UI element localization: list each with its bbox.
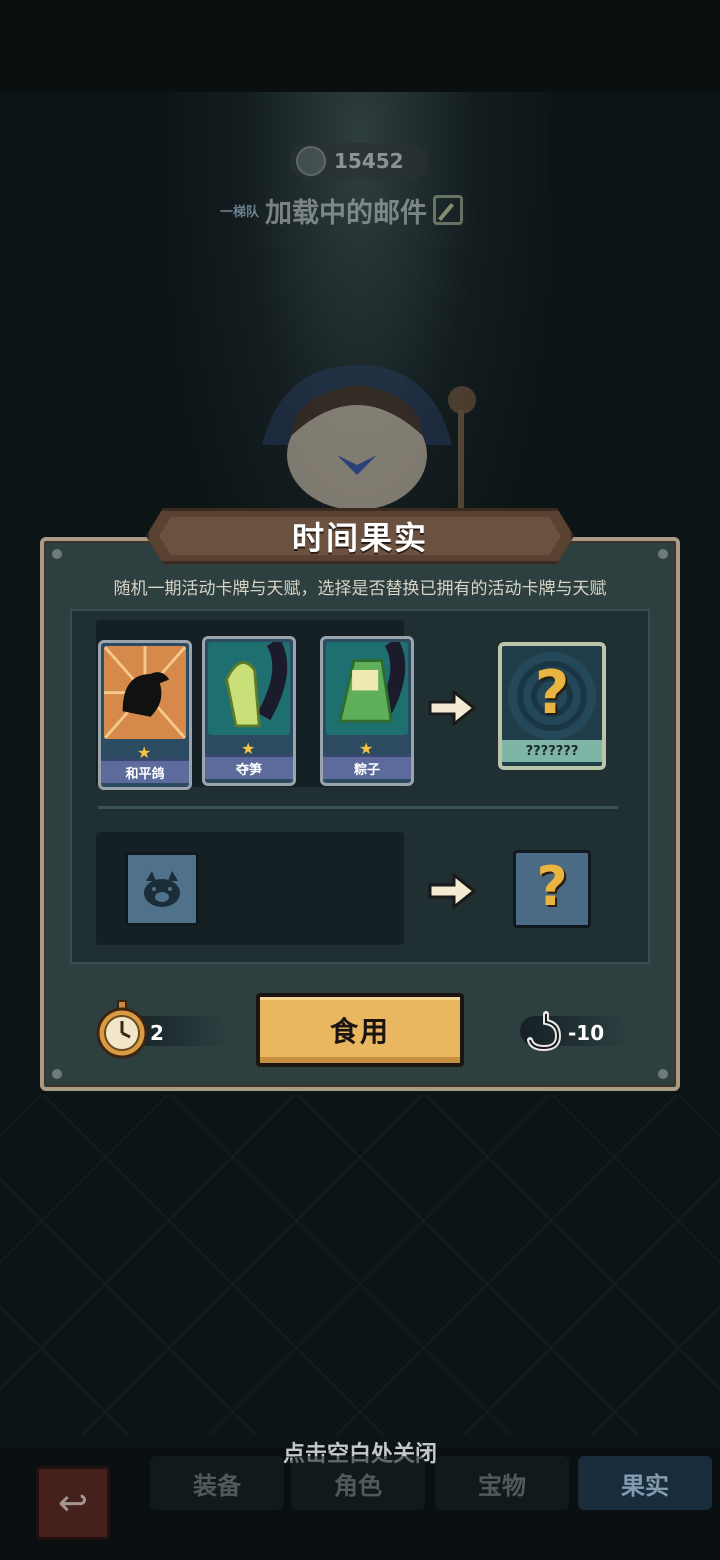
eat-button[interactable]: 食用 [256, 993, 464, 1067]
currency-value: 15452 [334, 149, 404, 173]
tab-label: 果实 [621, 1471, 669, 1500]
tab-character[interactable]: 角色 [291, 1456, 425, 1510]
eat-button-label: 食用 [329, 1015, 390, 1048]
modal-description: 随机一期活动卡牌与天赋，选择是否替换已拥有的活动卡牌与天赋 [113, 579, 607, 599]
card-item[interactable]: ★ 夺笋 [202, 636, 296, 786]
team-header: 一梯队 加载中的邮件 [220, 192, 500, 229]
dove-icon [104, 646, 186, 740]
stomach-icon [527, 1011, 562, 1052]
tab-equipment[interactable]: 装备 [150, 1456, 284, 1510]
team-title: 加载中的邮件 [265, 197, 428, 229]
card-item[interactable]: ★ 和平鸽 [98, 640, 192, 790]
rivet-icon [658, 1069, 668, 1079]
rivet-icon [658, 549, 668, 559]
question-mark-icon: ? [536, 855, 568, 918]
back-arrow-icon: ↩ [57, 1482, 89, 1524]
zongzi-icon [326, 642, 408, 736]
card-name: 夺笋 [205, 755, 293, 779]
cost-right-value: -10 [568, 1021, 605, 1045]
question-mark-icon: ? [534, 658, 570, 728]
talent-result[interactable]: ? [513, 850, 591, 928]
bamboo-shoot-icon [208, 642, 290, 736]
tab-label: 装备 [193, 1471, 241, 1500]
edit-icon[interactable] [433, 195, 464, 225]
modal-title: 时间果实 [291, 519, 428, 557]
top-bar [0, 0, 720, 92]
card-item[interactable]: ★ 粽子 [320, 636, 414, 786]
card-name: 和平鸽 [101, 759, 189, 783]
coin-icon [296, 146, 326, 176]
character-illustration [262, 365, 476, 520]
tab-label: 角色 [334, 1471, 382, 1500]
tab-treasure[interactable]: 宝物 [435, 1456, 569, 1510]
team-tag: 一梯队 [220, 204, 260, 220]
back-button[interactable]: ↩ [36, 1466, 110, 1540]
divider [98, 806, 618, 809]
tab-fruit[interactable]: 果实 [578, 1456, 712, 1510]
rivet-icon [52, 1069, 62, 1079]
pig-icon [144, 871, 180, 907]
rivet-icon [52, 549, 62, 559]
modal-title-banner: 时间果实 [146, 508, 574, 564]
result-card-name: ??????? [502, 740, 602, 762]
arrow-right-icon [428, 873, 476, 909]
result-card[interactable]: ? ??????? [498, 642, 606, 770]
card-name: 粽子 [323, 755, 411, 779]
tab-label: 宝物 [478, 1471, 526, 1500]
pocket-watch-icon [96, 1000, 148, 1059]
currency-display: 15452 [290, 143, 428, 179]
talent-item[interactable] [125, 852, 199, 926]
arrow-right-icon [428, 690, 476, 726]
cost-left-value: 2 [150, 1021, 164, 1045]
background-pattern [0, 1095, 720, 1435]
